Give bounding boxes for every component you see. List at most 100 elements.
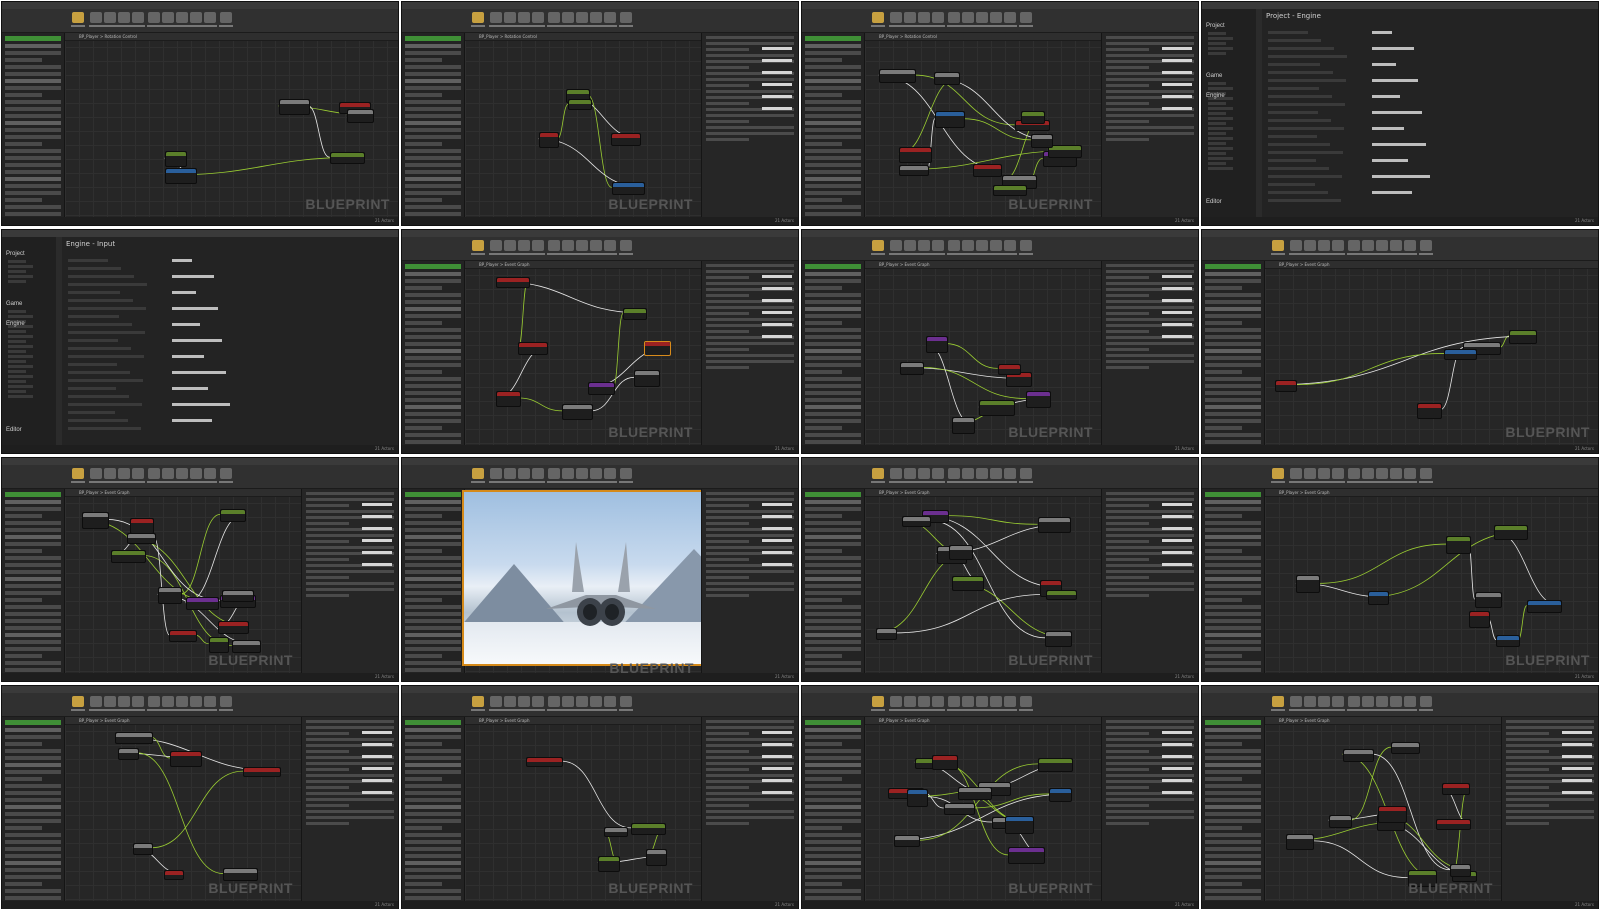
panel-row[interactable]: [805, 784, 861, 788]
details-field[interactable]: [762, 767, 792, 770]
graph-node[interactable]: [157, 587, 183, 604]
panel-row[interactable]: [405, 300, 461, 304]
panel-row[interactable]: [405, 128, 461, 132]
panel-row[interactable]: [805, 763, 861, 767]
graph-editor[interactable]: BP_Player > Event Graph BLUEPRINT: [1265, 717, 1501, 901]
toolbar-button[interactable]: [1304, 696, 1316, 707]
panel-row[interactable]: [805, 391, 861, 395]
panel-row[interactable]: [1205, 847, 1261, 851]
graph-node[interactable]: [948, 544, 973, 561]
panel-row[interactable]: [405, 177, 461, 181]
panel-row[interactable]: [405, 184, 461, 188]
toolbar-button[interactable]: [976, 468, 988, 479]
details-field[interactable]: [762, 539, 792, 542]
panel-row[interactable]: [805, 86, 861, 90]
settings-input[interactable]: [1372, 111, 1422, 114]
graph-node[interactable]: [952, 417, 975, 434]
settings-input[interactable]: [172, 371, 226, 374]
graph-node[interactable]: [1026, 390, 1052, 409]
panel-row[interactable]: [805, 598, 843, 602]
toolbar-button[interactable]: [204, 696, 216, 707]
panel-row[interactable]: [805, 426, 843, 430]
panel-row[interactable]: [1205, 584, 1261, 588]
graph-node[interactable]: [644, 341, 672, 356]
graph-node[interactable]: [1008, 847, 1045, 865]
graph-node[interactable]: [562, 403, 594, 421]
panel-row[interactable]: [1205, 840, 1261, 844]
panel-row[interactable]: [805, 198, 843, 202]
settings-category-item[interactable]: [8, 340, 26, 343]
details-field[interactable]: [362, 779, 392, 782]
panel-row[interactable]: [5, 868, 61, 872]
settings-section-engine[interactable]: Engine: [6, 321, 25, 327]
graph-node[interactable]: [278, 99, 311, 115]
graph-node[interactable]: [993, 184, 1028, 196]
toolbar-button[interactable]: [1390, 240, 1402, 251]
toolbar-button[interactable]: [162, 12, 174, 23]
toolbar-button[interactable]: [576, 696, 588, 707]
panel-row[interactable]: [5, 135, 61, 139]
settings-category-item[interactable]: [1208, 117, 1233, 120]
graph-node[interactable]: [568, 99, 593, 111]
details-field[interactable]: [762, 311, 792, 314]
toolbar-button[interactable]: [890, 12, 902, 23]
panel-row[interactable]: [405, 384, 461, 388]
panel-row[interactable]: [405, 107, 461, 111]
toolbar-button[interactable]: [1376, 696, 1388, 707]
panel-row[interactable]: [405, 335, 461, 339]
panel-row[interactable]: [405, 279, 461, 283]
panel-row[interactable]: [1205, 307, 1261, 311]
details-field[interactable]: [362, 539, 392, 542]
graph-node[interactable]: [894, 835, 920, 848]
toolbar-button[interactable]: [1420, 240, 1432, 251]
graph-node[interactable]: [111, 550, 146, 563]
toolbar-button[interactable]: [620, 696, 632, 707]
graph-node[interactable]: [221, 589, 254, 603]
settings-category-item[interactable]: [1208, 37, 1233, 40]
panel-row[interactable]: [805, 142, 843, 146]
details-field[interactable]: [1162, 563, 1192, 566]
toolbar-button[interactable]: [604, 12, 616, 23]
graph-node[interactable]: [1444, 349, 1478, 360]
toolbar-button[interactable]: [490, 12, 502, 23]
settings-input[interactable]: [172, 339, 222, 342]
settings-input[interactable]: [172, 323, 200, 326]
panel-row[interactable]: [5, 212, 61, 216]
graph-node[interactable]: [972, 164, 1003, 178]
panel-row[interactable]: [405, 426, 443, 430]
panel-row[interactable]: [805, 819, 861, 823]
panel-row[interactable]: [1205, 668, 1261, 672]
toolbar-button[interactable]: [90, 468, 102, 479]
panel-row[interactable]: [1205, 370, 1243, 374]
graph-node[interactable]: [1446, 536, 1471, 554]
toolbar-button[interactable]: [590, 240, 602, 251]
settings-category-item[interactable]: [1208, 162, 1226, 165]
graph-node[interactable]: [329, 152, 366, 164]
panel-row[interactable]: [405, 749, 461, 753]
video-thumbnail[interactable]: 21 Actors BP_Player > Event Graph BLUEPRIN…: [1201, 457, 1599, 682]
toolbar-button[interactable]: [472, 468, 484, 479]
details-field[interactable]: [1162, 779, 1192, 782]
details-field[interactable]: [1162, 767, 1192, 770]
panel-row[interactable]: [805, 419, 861, 423]
panel-row[interactable]: [805, 896, 861, 900]
details-field[interactable]: [762, 755, 792, 758]
toolbar-button[interactable]: [532, 696, 544, 707]
toolbar-button[interactable]: [948, 12, 960, 23]
settings-input[interactable]: [172, 307, 218, 310]
panel-row[interactable]: [405, 896, 461, 900]
toolbar-button[interactable]: [220, 696, 232, 707]
panel-row[interactable]: [1205, 349, 1261, 353]
video-thumbnail[interactable]: 21 Actors BP_Player > Rotation Control BLU…: [1, 1, 399, 226]
toolbar-button[interactable]: [1332, 696, 1344, 707]
panel-row[interactable]: [5, 507, 61, 511]
details-field[interactable]: [1562, 755, 1592, 758]
panel-row[interactable]: [805, 882, 843, 886]
toolbar-button[interactable]: [118, 12, 130, 23]
panel-row[interactable]: [405, 528, 461, 532]
graph-node[interactable]: [1045, 590, 1078, 601]
panel-row[interactable]: [805, 654, 843, 658]
panel-row[interactable]: [405, 882, 443, 886]
panel-row[interactable]: [5, 791, 61, 795]
graph-node[interactable]: [978, 400, 1016, 416]
